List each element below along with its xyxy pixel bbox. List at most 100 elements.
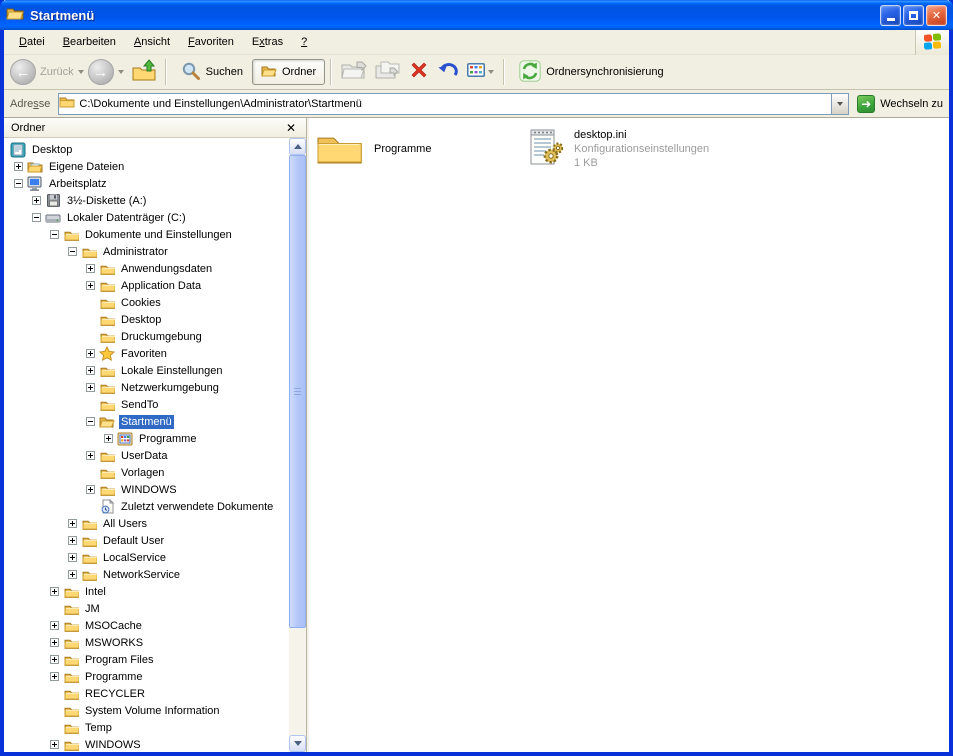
title-bar[interactable]: Startmenü ✕: [0, 0, 953, 30]
tree-item-desktop[interactable]: Desktop: [4, 311, 289, 328]
tree-item-programme[interactable]: Programme: [4, 668, 289, 685]
tree-item-programme[interactable]: Programme: [4, 430, 289, 447]
tree-item-intel[interactable]: Intel: [4, 583, 289, 600]
tree-item-label: WINDOWS: [83, 738, 143, 752]
expand-plus-icon[interactable]: [50, 621, 63, 630]
tree-item-userdata[interactable]: UserData: [4, 447, 289, 464]
tree-item-vorlagen[interactable]: Vorlagen: [4, 464, 289, 481]
menu-item-bearbeiten[interactable]: Bearbeiten: [54, 33, 125, 51]
folder-sync-button[interactable]: Ordnersynchronisierung: [510, 55, 672, 90]
tree-item-startmen-[interactable]: Startmenü: [4, 413, 289, 430]
close-button[interactable]: ✕: [926, 5, 947, 26]
tree-item-system-volume-information[interactable]: System Volume Information: [4, 702, 289, 719]
tree-item-sendto[interactable]: SendTo: [4, 396, 289, 413]
address-dropdown-button[interactable]: [831, 94, 848, 114]
menu-item-extras[interactable]: Extras: [243, 33, 292, 51]
folders-pane-close-icon[interactable]: ✕: [283, 121, 299, 135]
collapse-minus-icon[interactable]: [68, 247, 81, 256]
forward-button[interactable]: →: [88, 59, 124, 85]
tree-item-label: Zuletzt verwendete Dokumente: [119, 500, 275, 514]
tree-item-druckumgebung[interactable]: Druckumgebung: [4, 328, 289, 345]
tree-item-default-user[interactable]: Default User: [4, 532, 289, 549]
go-button[interactable]: ➜ Wechseln zu: [857, 95, 943, 113]
scroll-down-button[interactable]: [289, 735, 306, 752]
expand-plus-icon[interactable]: [32, 196, 45, 205]
tree-item-networkservice[interactable]: NetworkService: [4, 566, 289, 583]
tree-item-label: RECYCLER: [83, 687, 147, 701]
tree-item-jm[interactable]: JM: [4, 600, 289, 617]
expand-plus-icon[interactable]: [86, 349, 99, 358]
expand-plus-icon[interactable]: [68, 519, 81, 528]
search-button[interactable]: Suchen: [172, 56, 252, 89]
expand-plus-icon[interactable]: [14, 162, 27, 171]
menu-item-?[interactable]: ?: [292, 33, 316, 51]
expand-plus-icon[interactable]: [86, 451, 99, 460]
tree-item-zuletzt-verwendete-dokumente[interactable]: Zuletzt verwendete Dokumente: [4, 498, 289, 515]
tree-item-windows[interactable]: WINDOWS: [4, 736, 289, 752]
expand-plus-icon[interactable]: [86, 264, 99, 273]
expand-plus-icon[interactable]: [68, 570, 81, 579]
expand-plus-icon[interactable]: [50, 638, 63, 647]
tree-item-cookies[interactable]: Cookies: [4, 294, 289, 311]
up-button[interactable]: [128, 56, 160, 89]
folders-button[interactable]: Ordner: [252, 59, 325, 85]
tree-item-recycler[interactable]: RECYCLER: [4, 685, 289, 702]
tree-item-3½-diskette-a-[interactable]: 3½-Diskette (A:): [4, 192, 289, 209]
minimize-button[interactable]: [880, 5, 901, 26]
file-tile-desktop-ini[interactable]: desktop.iniKonfigurationseinstellungen1 …: [529, 126, 709, 171]
delete-button[interactable]: [405, 57, 433, 88]
tree-item-favoriten[interactable]: Favoriten: [4, 345, 289, 362]
expand-plus-icon[interactable]: [50, 587, 63, 596]
folder-icon: [63, 618, 79, 634]
scrollbar-thumb[interactable]: [289, 155, 306, 628]
scroll-up-button[interactable]: [289, 138, 306, 155]
views-button[interactable]: [463, 60, 498, 85]
tree-item-localservice[interactable]: LocalService: [4, 549, 289, 566]
expand-plus-icon[interactable]: [86, 281, 99, 290]
tree-item-all-users[interactable]: All Users: [4, 515, 289, 532]
collapse-minus-icon[interactable]: [14, 179, 27, 188]
tree-item-eigene-dateien[interactable]: Eigene Dateien: [4, 158, 289, 175]
tree-item-administrator[interactable]: Administrator: [4, 243, 289, 260]
back-button[interactable]: ← Zurück: [10, 59, 84, 85]
back-dropdown-icon[interactable]: [78, 70, 84, 74]
collapse-minus-icon[interactable]: [32, 213, 45, 222]
tree-scrollbar[interactable]: [289, 138, 306, 752]
expand-plus-icon[interactable]: [86, 366, 99, 375]
tree-item-msocache[interactable]: MSOCache: [4, 617, 289, 634]
forward-dropdown-icon[interactable]: [118, 70, 124, 74]
menu-item-ansicht[interactable]: Ansicht: [125, 33, 179, 51]
tree-item-netzwerkumgebung[interactable]: Netzwerkumgebung: [4, 379, 289, 396]
tree-item-msworks[interactable]: MSWORKS: [4, 634, 289, 651]
collapse-minus-icon[interactable]: [86, 417, 99, 426]
copy-to-button[interactable]: [371, 57, 405, 88]
expand-plus-icon[interactable]: [86, 485, 99, 494]
tree-item-desktop[interactable]: Desktop: [4, 141, 289, 158]
explorer-window: Startmenü ✕ DateiBearbeitenAnsichtFavori…: [0, 0, 953, 756]
tree-item-lokale-einstellungen[interactable]: Lokale Einstellungen: [4, 362, 289, 379]
expand-plus-icon[interactable]: [50, 740, 63, 749]
maximize-button[interactable]: [903, 5, 924, 26]
address-input[interactable]: C:\Dokumente und Einstellungen\Administr…: [58, 93, 849, 115]
file-tile-programme[interactable]: Programme: [317, 128, 431, 170]
tree-item-windows[interactable]: WINDOWS: [4, 481, 289, 498]
tree-item-dokumente-und-einstellungen[interactable]: Dokumente und Einstellungen: [4, 226, 289, 243]
collapse-minus-icon[interactable]: [50, 230, 63, 239]
undo-button[interactable]: [433, 58, 463, 87]
expand-plus-icon[interactable]: [50, 655, 63, 664]
tree-item-arbeitsplatz[interactable]: Arbeitsplatz: [4, 175, 289, 192]
tree-item-program-files[interactable]: Program Files: [4, 651, 289, 668]
tree-item-application-data[interactable]: Application Data: [4, 277, 289, 294]
expand-plus-icon[interactable]: [104, 434, 117, 443]
folders-pane-title: Ordner: [11, 122, 45, 134]
tree-item-anwendungsdaten[interactable]: Anwendungsdaten: [4, 260, 289, 277]
move-to-button[interactable]: [337, 57, 371, 88]
expand-plus-icon[interactable]: [68, 536, 81, 545]
tree-item-temp[interactable]: Temp: [4, 719, 289, 736]
expand-plus-icon[interactable]: [50, 672, 63, 681]
menu-item-datei[interactable]: Datei: [10, 33, 54, 51]
expand-plus-icon[interactable]: [86, 383, 99, 392]
menu-item-favoriten[interactable]: Favoriten: [179, 33, 243, 51]
expand-plus-icon[interactable]: [68, 553, 81, 562]
tree-item-lokaler-datentr-ger-c-[interactable]: Lokaler Datenträger (C:): [4, 209, 289, 226]
